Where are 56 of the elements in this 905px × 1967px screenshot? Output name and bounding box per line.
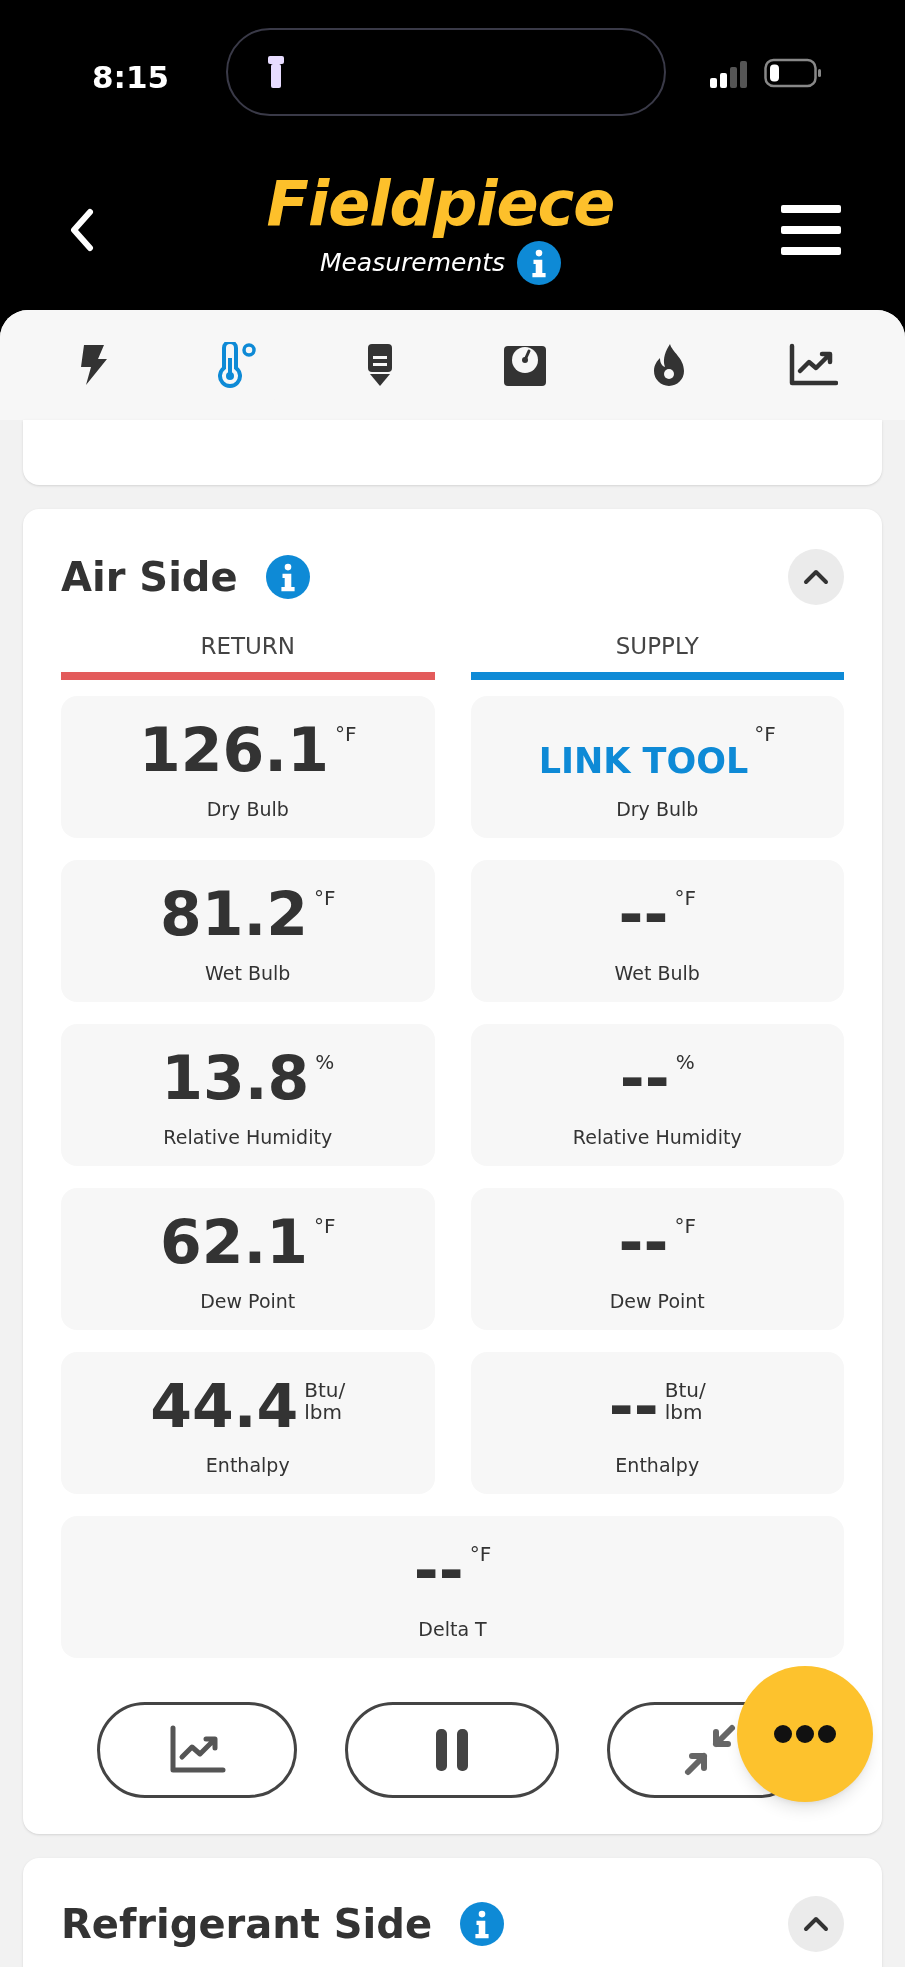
page-subtitle: Measurements (319, 247, 506, 280)
unit-label: °F (674, 1215, 696, 1238)
chart-button[interactable] (97, 1701, 297, 1798)
unit-label: °F (469, 1543, 492, 1566)
unit-label: °F (674, 887, 696, 910)
unit-label: °F (334, 723, 357, 746)
chevron-icon (803, 569, 829, 585)
reading-label: Dry Bulb (206, 797, 289, 823)
back-icon (68, 208, 96, 252)
info-icon[interactable] (517, 241, 562, 285)
pause-button[interactable] (345, 1701, 559, 1798)
reading-value: -- (413, 1534, 464, 1608)
reading-label: Wet Bulb (205, 961, 291, 987)
menu-button[interactable] (781, 203, 841, 257)
chevron-icon (803, 1915, 829, 1932)
pause-icon (434, 1726, 470, 1773)
reading-card[interactable]: LINK TOOL °F Dry Bulb (470, 695, 844, 838)
unit-label: °F (314, 1215, 336, 1238)
reading-label: Relative Humidity (572, 1125, 742, 1151)
unit-label: Btu/ lbm (304, 1379, 346, 1424)
reading-label: Enthalpy (615, 1453, 700, 1479)
unit-label: °F (314, 887, 336, 910)
reading-label: Enthalpy (205, 1453, 290, 1479)
status-time: 8:15 (92, 58, 170, 97)
reading-label: Dry Bulb (616, 797, 699, 823)
reading-label: Relative Humidity (163, 1125, 333, 1151)
reading-label: Dew Point (609, 1289, 705, 1315)
chart-icon (787, 343, 838, 387)
menu-icon (781, 205, 841, 255)
app-logo: Fieldpiece (266, 169, 615, 239)
reading-label: Delta T (418, 1617, 487, 1643)
column-heading: RETURN (200, 632, 296, 661)
unit-label: °F (754, 723, 776, 746)
collapse-button[interactable] (788, 549, 844, 605)
reading-label: Dew Point (200, 1289, 296, 1315)
reading-value: -- (608, 1370, 659, 1444)
reading-value: 81.2 (159, 878, 308, 952)
battery-icon (764, 58, 822, 88)
signal-icon (710, 60, 750, 88)
reading-label: Wet Bulb (614, 961, 700, 987)
reading-value: 126.1 (139, 714, 329, 788)
flashlight-icon (266, 54, 286, 90)
section-title: Refrigerant Side (61, 1899, 433, 1949)
unit-label: Btu/ lbm (664, 1379, 706, 1424)
reading-value: -- (618, 1206, 669, 1280)
chart-icon (168, 1723, 226, 1776)
section-title: Air Side (61, 553, 238, 602)
reading-value: 13.8 (161, 1042, 310, 1116)
reading-value: -- (618, 878, 669, 952)
unit-label: % (315, 1051, 335, 1074)
more-icon (773, 1723, 837, 1744)
reading-value: 62.1 (159, 1206, 308, 1280)
unit-label: % (675, 1051, 695, 1074)
column-heading: SUPPLY (615, 632, 699, 661)
reading-value: -- (619, 1042, 670, 1116)
reading-value: 44.4 (150, 1370, 299, 1444)
